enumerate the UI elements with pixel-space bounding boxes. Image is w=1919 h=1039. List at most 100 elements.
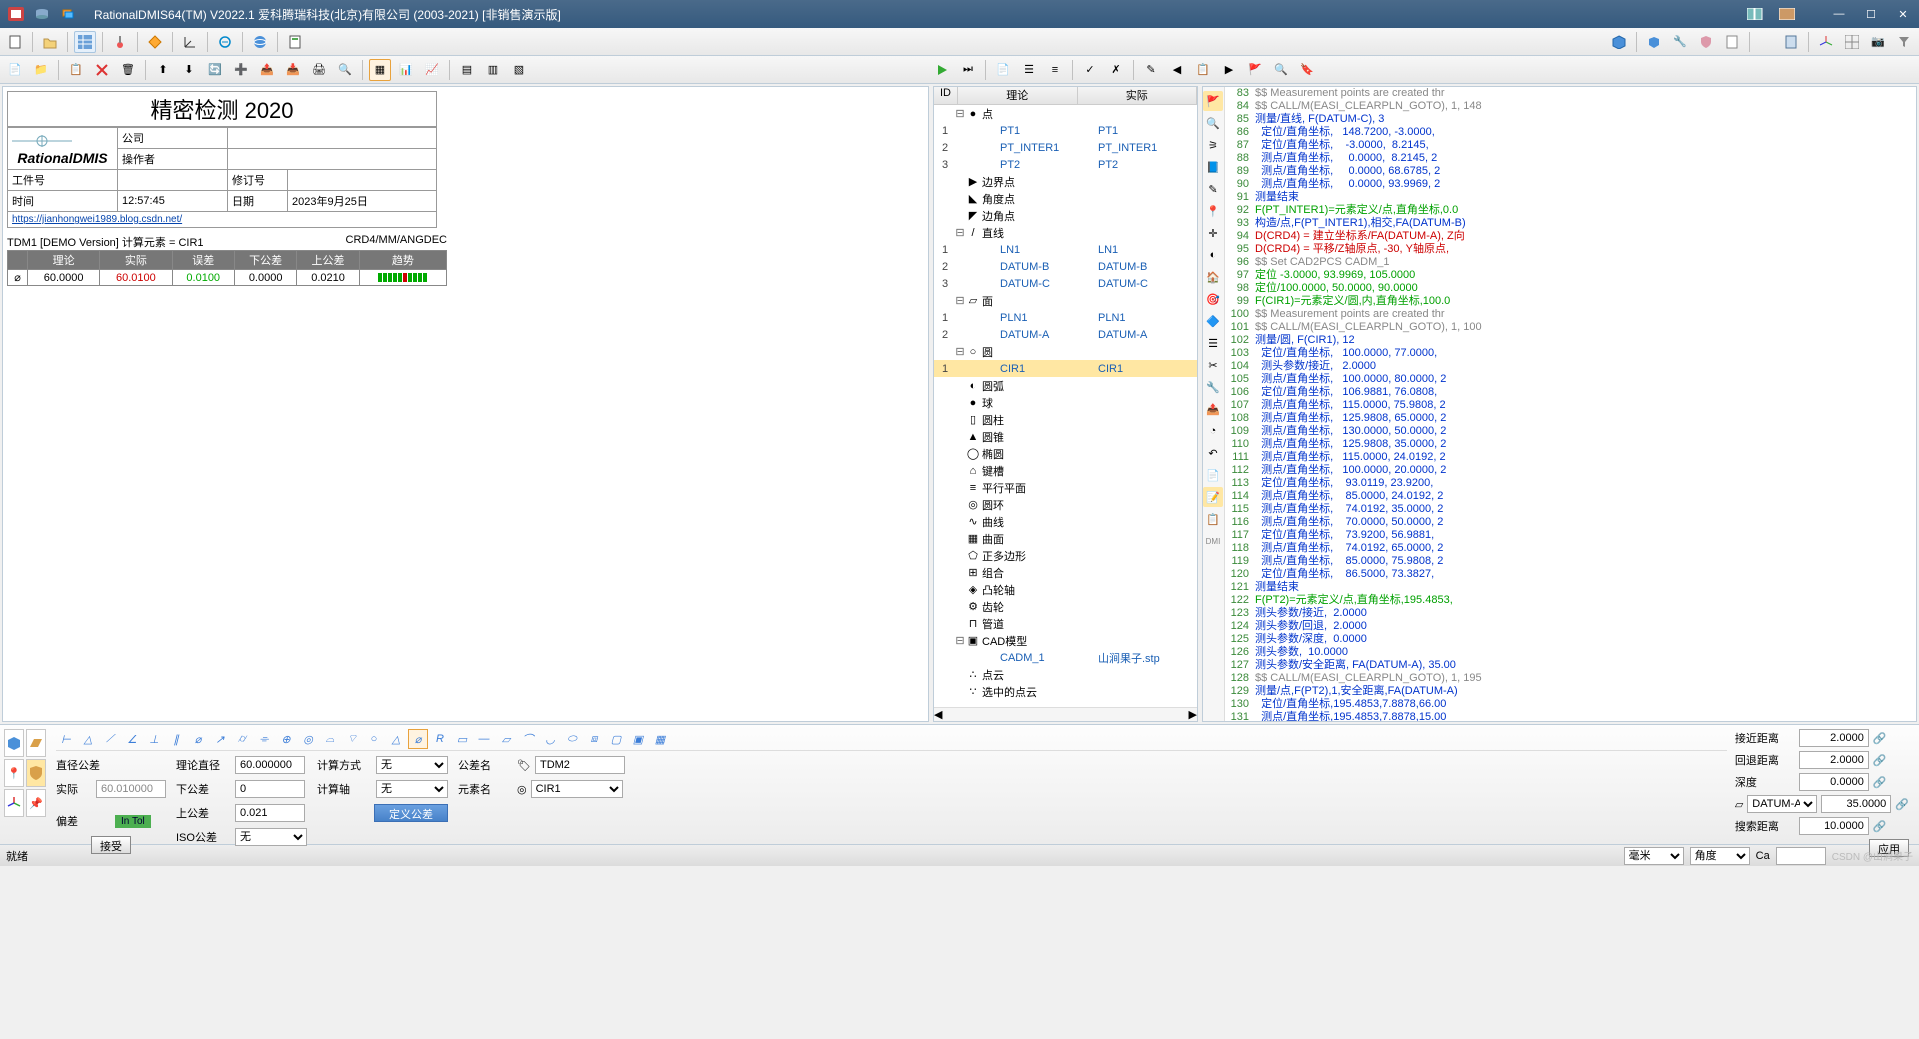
code-line[interactable]: 119 测点/直角坐标, 85.0000, 75.9808, 2 xyxy=(1225,555,1916,568)
code-line[interactable]: 100$$ Measurement points are created thr xyxy=(1225,308,1916,321)
code-line[interactable]: 89 测点/直角坐标, 0.0000, 68.6785, 2 xyxy=(1225,165,1916,178)
minimize-icon[interactable]: — xyxy=(1829,5,1849,23)
code-line[interactable]: 130 定位/直角坐标,195.4853,7.8878,66.00 xyxy=(1225,698,1916,711)
code-line[interactable]: 121测量结束 xyxy=(1225,581,1916,594)
tree-row[interactable]: ⊞组合 xyxy=(934,564,1197,581)
c-line-icon[interactable]: — xyxy=(474,729,494,749)
code-line[interactable]: 94D(CRD4) = 建立坐标系/FA(DATUM-A), Z向 xyxy=(1225,230,1916,243)
rpt-print-icon[interactable]: 🖨 xyxy=(308,59,330,81)
actual-input[interactable] xyxy=(96,780,166,798)
axis-select[interactable]: 无 xyxy=(376,780,448,798)
c-prof-icon[interactable]: ⌓ xyxy=(320,729,340,749)
code-flag-icon[interactable]: 🚩 xyxy=(1244,59,1266,81)
tree-row[interactable]: ◣角度点 xyxy=(934,190,1197,207)
db-icon[interactable] xyxy=(32,5,52,23)
sb-undo-icon[interactable]: ↶ xyxy=(1203,443,1223,463)
code-line[interactable]: 106 定位/直角坐标, 106.9881, 76.0808, xyxy=(1225,386,1916,399)
code-line[interactable]: 96$$ Set CAD2PCS CADM_1 xyxy=(1225,256,1916,269)
calc-select[interactable]: 无 xyxy=(376,756,448,774)
sb-export-icon[interactable]: 📤 xyxy=(1203,399,1223,419)
code-play-icon[interactable] xyxy=(931,59,953,81)
sb-search-icon[interactable]: 🔍 xyxy=(1203,113,1223,133)
c-tri-icon[interactable]: △ xyxy=(78,729,98,749)
mode-pin-icon[interactable]: 📌 xyxy=(26,789,46,817)
tree-row[interactable]: 3DATUM-CDATUM-C xyxy=(934,275,1197,292)
c-pt-icon[interactable]: ⊢ xyxy=(56,729,76,749)
code-line[interactable]: 87 定位/直角坐标, -3.0000, 8.2145, xyxy=(1225,139,1916,152)
mode-probe-icon[interactable]: 📍 xyxy=(4,759,24,787)
code-step-icon[interactable]: ⏭ xyxy=(957,59,979,81)
mode-cube-icon[interactable] xyxy=(4,729,24,757)
sb-geo-icon[interactable]: ◐ xyxy=(1203,245,1223,265)
sb-probe-icon[interactable]: 📍 xyxy=(1203,201,1223,221)
c-pos-icon[interactable]: ⊕ xyxy=(276,729,296,749)
tree-row[interactable]: ▲圆锥 xyxy=(934,428,1197,445)
c-thread-icon[interactable]: ⧈ xyxy=(584,729,604,749)
rpt-import-icon[interactable]: 📥 xyxy=(282,59,304,81)
search-input[interactable] xyxy=(1799,817,1869,835)
unit-length-select[interactable]: 毫米 xyxy=(1624,847,1684,865)
c-arc-icon[interactable]: ⌒ xyxy=(518,729,538,749)
tree-row[interactable]: ▯圆柱 xyxy=(934,411,1197,428)
c-cyl-icon[interactable]: ⌭ xyxy=(232,729,252,749)
code-line[interactable]: 109 测点/直角坐标, 130.0000, 50.0000, 2 xyxy=(1225,425,1916,438)
code-right-icon[interactable]: ▶ xyxy=(1218,59,1240,81)
rpt-export-icon[interactable]: 📤 xyxy=(256,59,278,81)
code-line[interactable]: 84$$ CALL/M(EASI_CLEARPLN_GOTO), 1, 148 xyxy=(1225,100,1916,113)
code-line[interactable]: 116 测点/直角坐标, 70.0000, 50.0000, 2 xyxy=(1225,516,1916,529)
sb-dmi-icon[interactable]: DMI xyxy=(1203,531,1223,551)
c-circ-icon[interactable]: ○ xyxy=(364,729,384,749)
filter-icon[interactable] xyxy=(1893,31,1915,53)
tree-row[interactable]: 1CIR1CIR1 xyxy=(934,360,1197,377)
tree-row[interactable]: CADM_1山涧果子.stp xyxy=(934,649,1197,666)
link4-icon[interactable]: 🔗 xyxy=(1895,798,1909,811)
tree-row[interactable]: ⊓管道 xyxy=(934,615,1197,632)
code-line[interactable]: 124测头参数/回退, 2.0000 xyxy=(1225,620,1916,633)
sb-dial-icon[interactable]: ◔ xyxy=(1203,421,1223,441)
c-flat-icon[interactable]: ⏥ xyxy=(496,729,516,749)
feature-icon[interactable] xyxy=(144,31,166,53)
mode-axis-icon[interactable] xyxy=(4,789,24,817)
tree-row[interactable]: ◯椭圆 xyxy=(934,445,1197,462)
tree-row[interactable]: ⬠正多边形 xyxy=(934,547,1197,564)
rpt-add-icon[interactable]: ➕ xyxy=(230,59,252,81)
tree-row[interactable]: 3PT2PT2 xyxy=(934,156,1197,173)
maximize-icon[interactable]: ☐ xyxy=(1861,5,1881,23)
c-grid-icon[interactable]: ▦ xyxy=(650,729,670,749)
rpt-open-icon[interactable]: 📁 xyxy=(30,59,52,81)
unit-angle-select[interactable]: 角度 xyxy=(1690,847,1750,865)
c-ang-icon[interactable]: ∠ xyxy=(122,729,142,749)
c-box2-icon[interactable]: ▣ xyxy=(628,729,648,749)
c-tri2-icon[interactable]: △ xyxy=(386,729,406,749)
code-line[interactable]: 104 测头参数/接近, 2.0000 xyxy=(1225,360,1916,373)
c-key-icon[interactable]: ⬭ xyxy=(562,729,582,749)
rpt-zoom-icon[interactable]: 🔍 xyxy=(334,59,356,81)
link5-icon[interactable]: 🔗 xyxy=(1873,820,1887,833)
code-line[interactable]: 107 测点/直角坐标, 115.0000, 75.9808, 2 xyxy=(1225,399,1916,412)
code-line[interactable]: 90 测点/直角坐标, 0.0000, 93.9969, 2 xyxy=(1225,178,1916,191)
link3-icon[interactable]: 🔗 xyxy=(1873,776,1887,789)
window-tile-icon[interactable] xyxy=(1745,5,1765,23)
code-line[interactable]: 110 测点/直角坐标, 125.9808, 35.0000, 2 xyxy=(1225,438,1916,451)
code-list2-icon[interactable]: ≡ xyxy=(1044,59,1066,81)
tree-row[interactable]: ◤边角点 xyxy=(934,207,1197,224)
sb-sheet-icon[interactable]: 📋 xyxy=(1203,509,1223,529)
code-line[interactable]: 125测头参数/深度, 0.0000 xyxy=(1225,633,1916,646)
rpt-down-icon[interactable]: ⬇ xyxy=(178,59,200,81)
code-line[interactable]: 113 定位/直角坐标, 93.0119, 23.9200, xyxy=(1225,477,1916,490)
wrench-icon[interactable]: 🔧 xyxy=(1669,31,1691,53)
mode-shield-icon[interactable] xyxy=(26,759,46,787)
retract-input[interactable] xyxy=(1799,751,1869,769)
sb-flag-icon[interactable]: 🚩 xyxy=(1203,91,1223,111)
tree-row[interactable]: ▶边界点 xyxy=(934,173,1197,190)
tree-row[interactable]: ⊟○圆 xyxy=(934,343,1197,360)
rpt-view1-icon[interactable]: ▦ xyxy=(369,59,391,81)
c-conc-icon[interactable]: ◎ xyxy=(298,729,318,749)
sb-edit-icon[interactable]: ✎ xyxy=(1203,179,1223,199)
code-line[interactable]: 111 测点/直角坐标, 115.0000, 24.0192, 2 xyxy=(1225,451,1916,464)
code-bookmark-icon[interactable]: 🔖 xyxy=(1296,59,1318,81)
open-icon[interactable] xyxy=(39,31,61,53)
sb-list-icon[interactable]: ☰ xyxy=(1203,333,1223,353)
ca-input[interactable] xyxy=(1776,847,1826,865)
tree-row[interactable]: 1PT1PT1 xyxy=(934,122,1197,139)
